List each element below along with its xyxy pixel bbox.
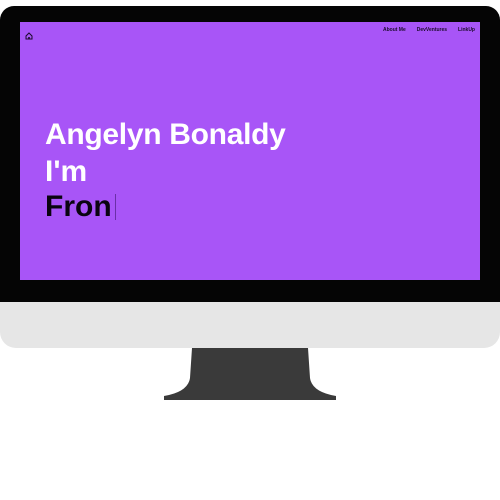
hero-section: Angelyn Bonaldy I'm Fron: [45, 116, 286, 224]
home-icon[interactable]: [25, 27, 33, 40]
typing-caret: [114, 194, 116, 220]
website-screen: About Me DevVentures LinkUp Angelyn Bona…: [20, 22, 480, 280]
top-navigation: About Me DevVentures LinkUp: [20, 22, 480, 42]
nav-link-devventures[interactable]: DevVentures: [417, 27, 447, 34]
hero-role-text: Fron: [45, 190, 112, 223]
monitor-chin: [0, 302, 500, 348]
nav-link-about-me[interactable]: About Me: [383, 27, 406, 34]
nav-link-linkup[interactable]: LinkUp: [458, 27, 475, 34]
monitor-bezel: About Me DevVentures LinkUp Angelyn Bona…: [0, 6, 500, 302]
monitor-frame: About Me DevVentures LinkUp Angelyn Bona…: [0, 6, 500, 348]
page: About Me DevVentures LinkUp Angelyn Bona…: [0, 0, 500, 500]
typing-role: Fron: [45, 190, 286, 224]
nav-links: About Me DevVentures LinkUp: [383, 27, 475, 34]
hero-name: Angelyn Bonaldy: [45, 118, 286, 151]
hero-intro: I'm: [45, 155, 88, 188]
monitor-stand: [162, 348, 338, 400]
